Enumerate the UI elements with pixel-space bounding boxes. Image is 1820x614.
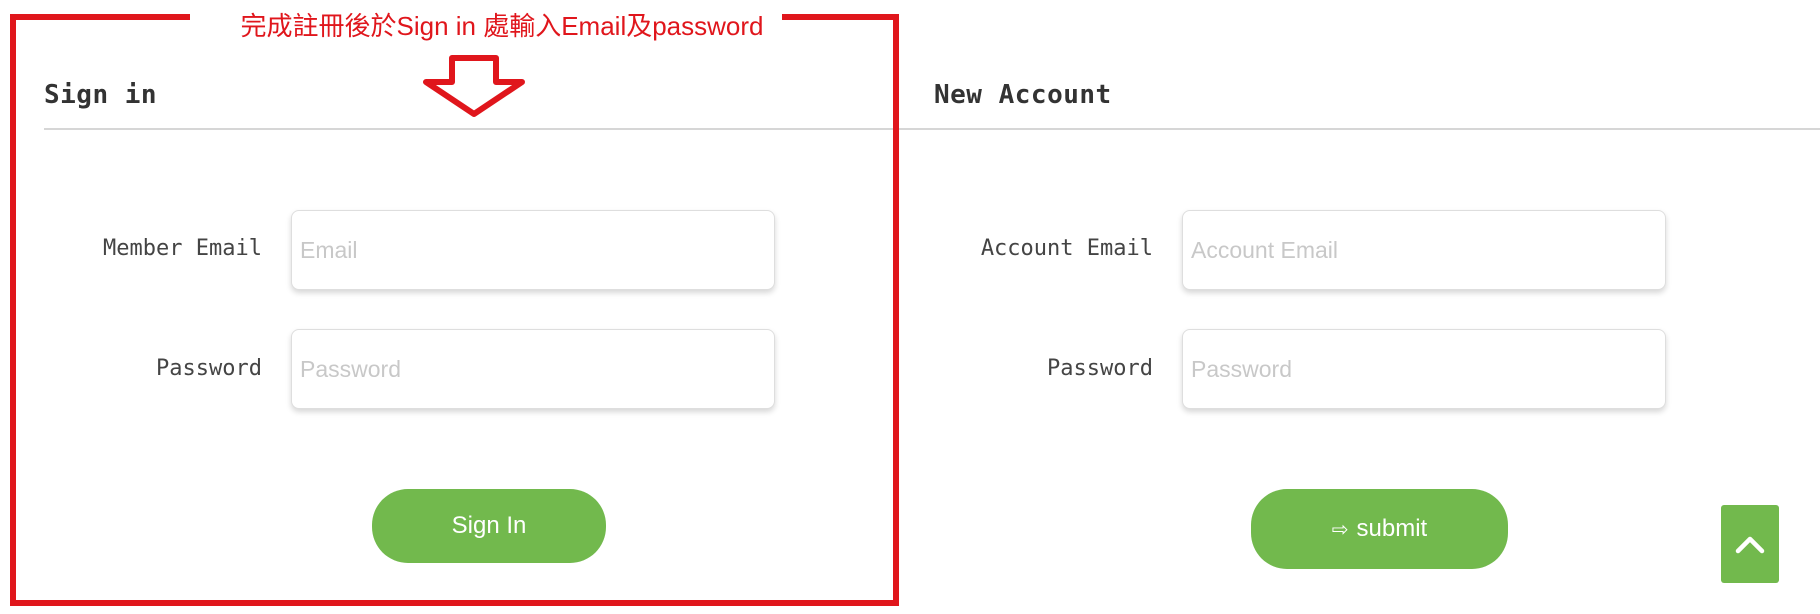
annotation-frame-top-left xyxy=(10,14,190,20)
account-email-label: Account Email xyxy=(980,236,1153,261)
annotation-note: 完成註冊後於Sign in 處輸入Email及password xyxy=(240,11,764,41)
new-account-password-label: Password xyxy=(1047,356,1153,381)
submit-button[interactable]: ⇨ submit xyxy=(1251,489,1508,569)
down-arrow-icon xyxy=(423,55,525,117)
submit-button-label: submit xyxy=(1356,515,1428,542)
account-email-input[interactable] xyxy=(1182,210,1666,290)
arrow-right-outline-icon: ⇨ xyxy=(1331,518,1349,541)
chevron-up-icon xyxy=(1735,536,1765,554)
new-account-title: New Account xyxy=(934,80,1112,110)
new-account-divider xyxy=(888,128,1820,130)
annotation-frame-top-right xyxy=(782,14,899,20)
new-account-password-input[interactable] xyxy=(1182,329,1666,409)
scroll-to-top-button[interactable] xyxy=(1721,505,1779,583)
